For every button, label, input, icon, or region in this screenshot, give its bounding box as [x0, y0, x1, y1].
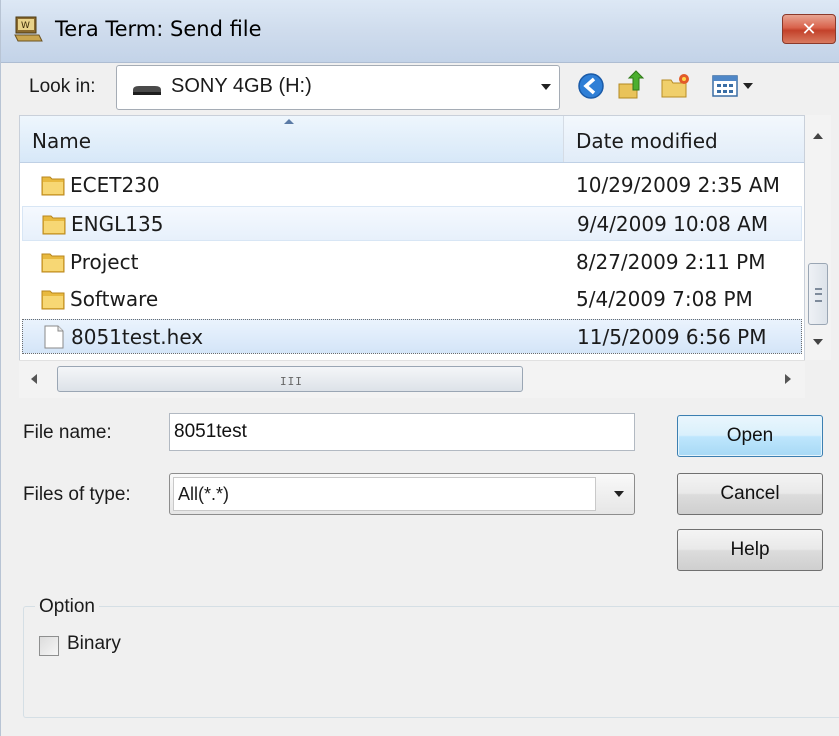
file-name: ENGL135: [71, 212, 164, 236]
file-date: 5/4/2009 7:08 PM: [576, 287, 753, 311]
file-date: 10/29/2009 2:35 AM: [576, 173, 780, 197]
folder-icon: [41, 176, 65, 196]
scroll-up-icon[interactable]: [813, 133, 823, 139]
column-date-label: Date modified: [576, 129, 718, 153]
file-date: 8/27/2009 2:11 PM: [576, 250, 766, 274]
grip-icon: [815, 288, 822, 302]
look-in-combo[interactable]: SONY 4GB (H:): [116, 65, 560, 110]
column-header-date-modified[interactable]: Date modified: [564, 116, 804, 162]
horizontal-scrollbar[interactable]: III: [19, 360, 805, 398]
folder-icon: [42, 215, 66, 235]
option-group-title: Option: [35, 596, 99, 618]
column-header-name[interactable]: Name: [20, 116, 564, 162]
scroll-down-icon[interactable]: [813, 339, 823, 345]
files-of-type-combo[interactable]: All(*.*): [169, 473, 635, 515]
list-item[interactable]: Project 8/27/2009 2:11 PM: [22, 245, 802, 280]
sort-ascending-icon: [284, 119, 294, 124]
files-of-type-value-box: All(*.*): [173, 477, 596, 511]
back-icon[interactable]: [575, 70, 607, 102]
close-icon: ✕: [801, 18, 817, 40]
drive-icon: [133, 86, 161, 95]
files-of-type-label: Files of type:: [23, 484, 131, 505]
window-title: Tera Term: Send file: [55, 17, 262, 41]
column-header-row: Name Date modified: [20, 116, 804, 163]
tera-term-app-icon: W: [14, 16, 43, 42]
horizontal-scroll-thumb[interactable]: III: [57, 366, 523, 392]
file-name: 8051test.hex: [71, 325, 204, 349]
option-group: [23, 606, 839, 718]
folder-icon: [41, 290, 65, 310]
chevron-down-icon: [614, 491, 624, 497]
title-bar[interactable]: W Tera Term: Send file ✕: [1, 0, 839, 63]
files-of-type-value: All(*.*): [178, 484, 230, 504]
svg-text:W: W: [21, 21, 30, 31]
send-file-dialog: W Tera Term: Send file ✕ Look in: SONY 4…: [0, 0, 839, 736]
list-item[interactable]: 8051test.hex 11/5/2009 6:56 PM: [22, 319, 802, 354]
file-list[interactable]: Name Date modified ECET230 10/29/2009 2:…: [19, 115, 805, 397]
new-folder-icon[interactable]: [659, 70, 691, 102]
file-name-input[interactable]: [174, 420, 624, 444]
up-folder-icon[interactable]: [615, 70, 647, 102]
vertical-scroll-thumb[interactable]: [808, 263, 828, 325]
binary-checkbox[interactable]: [39, 636, 59, 656]
file-name: Project: [70, 250, 139, 274]
list-item[interactable]: ENGL135 9/4/2009 10:08 AM: [22, 206, 802, 241]
cancel-button[interactable]: Cancel: [677, 473, 823, 515]
help-button[interactable]: Help: [677, 529, 823, 571]
grip-icon: III: [280, 375, 303, 388]
column-name-label: Name: [32, 129, 92, 153]
look-in-value: SONY 4GB (H:): [171, 75, 312, 97]
close-button[interactable]: ✕: [782, 14, 836, 44]
open-button[interactable]: Open: [677, 415, 823, 457]
folder-icon: [41, 253, 65, 273]
vertical-scrollbar[interactable]: [805, 115, 831, 360]
scroll-left-icon[interactable]: [31, 374, 37, 384]
file-icon: [44, 325, 64, 349]
scroll-right-icon[interactable]: [785, 374, 791, 384]
file-name: Software: [70, 287, 159, 311]
list-item[interactable]: ECET230 10/29/2009 2:35 AM: [22, 168, 802, 203]
file-name-label: File name:: [23, 422, 112, 443]
file-name-field[interactable]: [169, 413, 635, 451]
view-menu-icon[interactable]: [711, 70, 757, 102]
look-in-label: Look in:: [29, 76, 96, 97]
file-date: 9/4/2009 10:08 AM: [577, 212, 769, 236]
chevron-down-icon: [541, 84, 551, 90]
list-item[interactable]: Software 5/4/2009 7:08 PM: [22, 282, 802, 317]
file-name: ECET230: [70, 173, 160, 197]
file-date: 11/5/2009 6:56 PM: [577, 325, 767, 349]
binary-checkbox-label[interactable]: Binary: [67, 633, 121, 655]
